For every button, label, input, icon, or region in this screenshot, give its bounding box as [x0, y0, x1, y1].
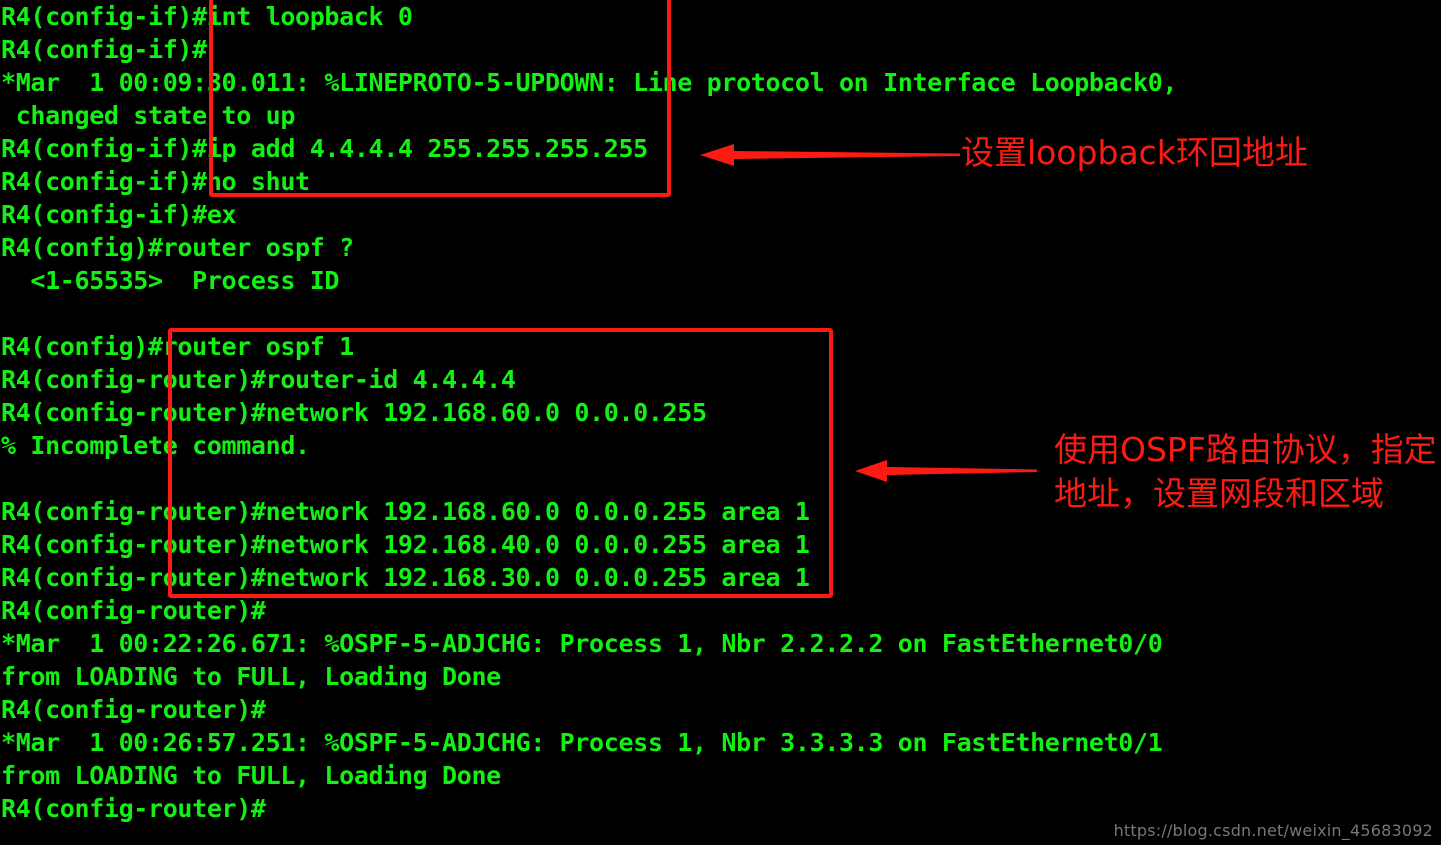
terminal-line: R4(config)#router ospf 1 [1, 332, 354, 361]
terminal-line: R4(config-if)#int loopback 0 [1, 2, 413, 31]
terminal-line: <1-65535> Process ID [1, 266, 340, 295]
terminal-line: R4(config-router)# [1, 596, 266, 625]
loopback-annotation-label: 设置loopback环回地址 [961, 133, 1308, 172]
left-arrow-icon [700, 144, 960, 166]
terminal-line: from LOADING to FULL, Loading Done [1, 761, 501, 790]
terminal-output[interactable]: R4(config-if)#int loopback 0 R4(config-i… [0, 0, 1441, 825]
ospf-annotation-arrow [855, 454, 1037, 488]
terminal-line: from LOADING to FULL, Loading Done [1, 662, 501, 691]
terminal-line: *Mar 1 00:09:30.011: %LINEPROTO-5-UPDOWN… [1, 68, 1178, 97]
terminal-line: R4(config-router)#network 192.168.30.0 0… [1, 563, 810, 592]
loopback-annotation-arrow [700, 138, 960, 172]
terminal-screenshot: R4(config-if)#int loopback 0 R4(config-i… [0, 0, 1441, 845]
terminal-line: R4(config-router)#network 192.168.60.0 0… [1, 398, 707, 427]
left-arrow-icon [855, 460, 1037, 482]
terminal-line: *Mar 1 00:22:26.671: %OSPF-5-ADJCHG: Pro… [1, 629, 1163, 658]
terminal-line: R4(config-router)#router-id 4.4.4.4 [1, 365, 516, 394]
terminal-line: R4(config-if)# [1, 35, 207, 64]
terminal-line: R4(config-router)# [1, 695, 266, 724]
terminal-line: R4(config-router)#network 192.168.40.0 0… [1, 530, 810, 559]
terminal-line: *Mar 1 00:26:57.251: %OSPF-5-ADJCHG: Pro… [1, 728, 1163, 757]
terminal-line: R4(config-if)#ex [1, 200, 237, 229]
terminal-line: R4(config)#router ospf ? [1, 233, 354, 262]
watermark-url: https://blog.csdn.net/weixin_45683092 [1113, 821, 1433, 840]
ospf-annotation-label-line2: 地址，设置网段和区域 [1054, 474, 1384, 513]
terminal-line: changed state to up [1, 101, 296, 130]
ospf-annotation-label-line1: 使用OSPF路由协议，指定 [1054, 430, 1437, 469]
